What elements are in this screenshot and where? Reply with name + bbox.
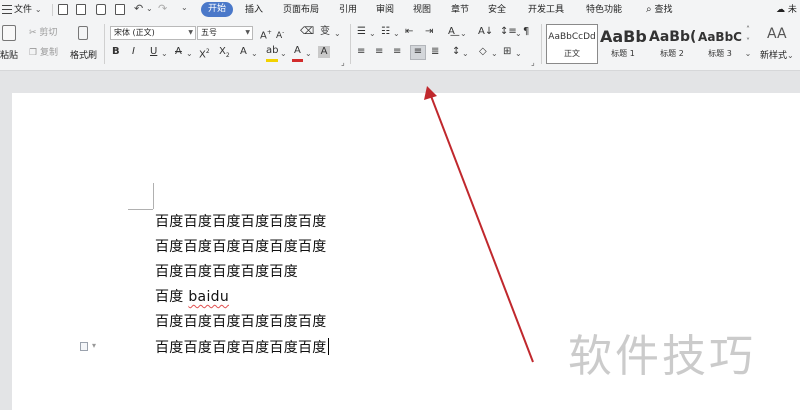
annotation-arrow <box>424 86 534 363</box>
arrow-shaft <box>430 95 534 363</box>
arrow-head <box>424 86 437 100</box>
